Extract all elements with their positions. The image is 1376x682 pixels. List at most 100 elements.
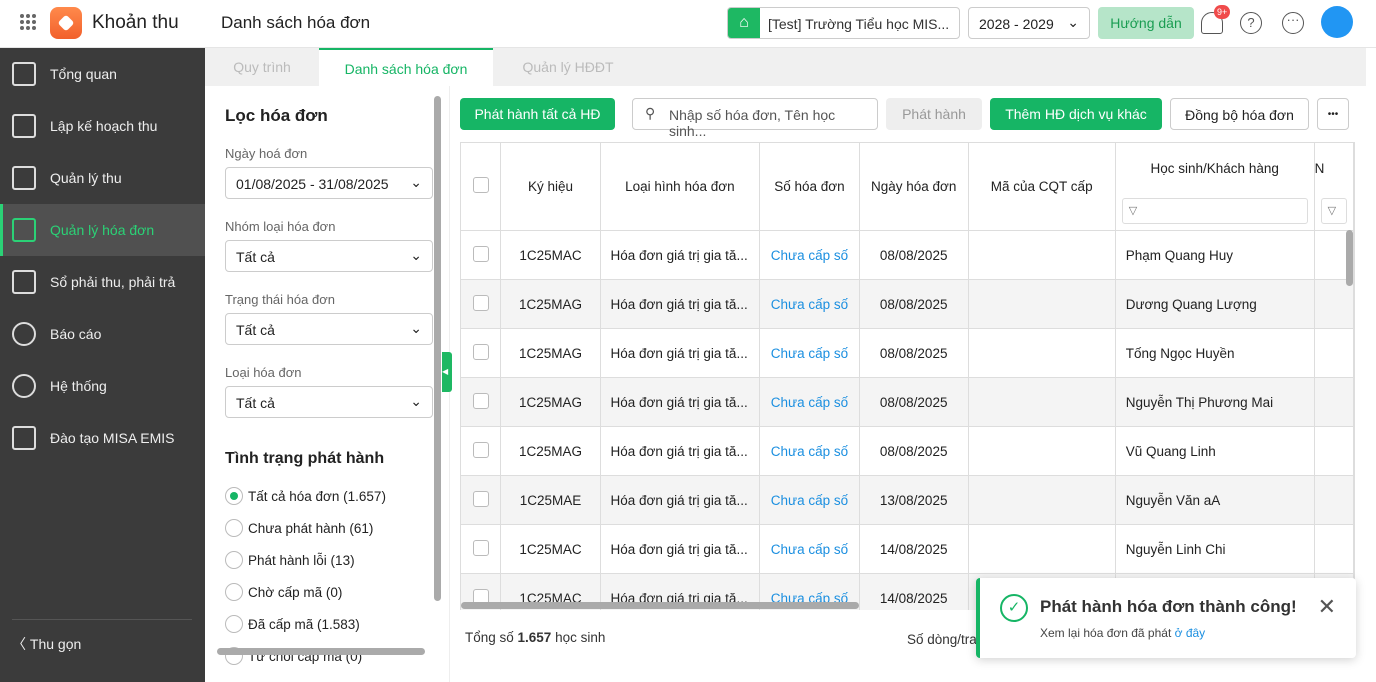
cell-invoice-type: Hóa đơn giá trị gia tă... bbox=[599, 377, 761, 427]
cell-invoice-number[interactable]: Chưa cấp số bbox=[759, 328, 860, 378]
row-checkbox[interactable] bbox=[460, 426, 502, 476]
next-filter-input[interactable]: ▽ bbox=[1320, 198, 1347, 224]
tab-process[interactable]: Quy trình bbox=[205, 48, 319, 86]
cell-next bbox=[1313, 475, 1354, 525]
school-name: [Test] Trường Tiểu học MIS... bbox=[768, 16, 950, 32]
apps-grid-icon[interactable] bbox=[20, 14, 36, 30]
tab-einvoice[interactable]: Quản lý HĐĐT bbox=[493, 48, 643, 86]
sidebar-item-invoices[interactable]: Quản lý hóa đơn bbox=[0, 204, 205, 256]
toast-link[interactable]: ở đây bbox=[1175, 626, 1206, 640]
sidebar-item-label: Sổ phải thu, phải trả bbox=[50, 274, 176, 290]
sidebar: Tổng quan Lập kế hoạch thu Quản lý thu Q… bbox=[0, 48, 205, 682]
table-horizontal-scrollbar[interactable] bbox=[461, 602, 859, 609]
table-row[interactable]: 1C25MAG Hóa đơn giá trị gia tă... Chưa cấp… bbox=[460, 328, 1354, 378]
filter-vertical-scrollbar[interactable] bbox=[434, 96, 441, 601]
cell-symbol: 1C25MAC bbox=[500, 524, 601, 574]
guide-button[interactable]: Hướng dẫn bbox=[1098, 7, 1194, 39]
more-actions-button[interactable]: ••• bbox=[1317, 98, 1349, 130]
radio-coded[interactable]: Đã cấp mã (1.583) bbox=[225, 608, 449, 640]
cell-invoice-type: Hóa đơn giá trị gia tă... bbox=[599, 279, 761, 329]
header-invoice-date[interactable]: Ngày hóa đơn bbox=[858, 142, 969, 231]
header-customer[interactable]: Học sinh/Khách hàng ▽ bbox=[1114, 142, 1315, 231]
header-next[interactable]: N ▽ bbox=[1313, 142, 1354, 231]
sidebar-item-collect[interactable]: Quản lý thu bbox=[0, 152, 205, 204]
cell-invoice-number[interactable]: Chưa cấp số bbox=[759, 230, 860, 280]
school-selector[interactable]: ⌂ [Test] Trường Tiểu học MIS... bbox=[727, 7, 960, 39]
sync-invoice-button[interactable]: Đồng bộ hóa đơn bbox=[1170, 98, 1309, 130]
header-symbol[interactable]: Ký hiệu bbox=[500, 142, 601, 231]
search-placeholder: Nhập số hóa đơn, Tên học sinh... bbox=[669, 107, 836, 139]
cell-customer: Dương Quang Lượng bbox=[1114, 279, 1315, 329]
tab-invoice-list[interactable]: Danh sách hóa đơn bbox=[319, 48, 493, 86]
radio-pending-code[interactable]: Chờ cấp mã (0) bbox=[225, 576, 449, 608]
year-value: 2028 - 2029 bbox=[979, 16, 1054, 32]
cell-invoice-number[interactable]: Chưa cấp số bbox=[759, 475, 860, 525]
add-other-invoice-button[interactable]: Thêm HĐ dịch vụ khác bbox=[990, 98, 1162, 130]
date-label: Ngày hoá đơn bbox=[225, 146, 308, 161]
row-checkbox[interactable] bbox=[460, 328, 502, 378]
total-prefix: Tổng số bbox=[465, 630, 518, 645]
cell-customer: Vũ Quang Linh bbox=[1114, 426, 1315, 476]
radio-label: Đã cấp mã (1.583) bbox=[248, 616, 360, 632]
open-book-icon bbox=[12, 426, 36, 450]
select-all-checkbox[interactable] bbox=[460, 142, 502, 231]
table-row[interactable]: 1C25MAE Hóa đơn giá trị gia tă... Chưa cấp… bbox=[460, 475, 1354, 525]
row-checkbox[interactable] bbox=[460, 279, 502, 329]
cell-invoice-date: 13/08/2025 bbox=[858, 475, 969, 525]
cell-invoice-number[interactable]: Chưa cấp số bbox=[759, 524, 860, 574]
sidebar-item-overview[interactable]: Tổng quan bbox=[0, 48, 205, 100]
customer-filter-input[interactable]: ▽ bbox=[1121, 198, 1308, 224]
table-row[interactable]: 1C25MAG Hóa đơn giá trị gia tă... Chưa cấp… bbox=[460, 279, 1354, 329]
table-row[interactable]: 1C25MAC Hóa đơn giá trị gia tă... Chưa cấp… bbox=[460, 230, 1354, 280]
collapse-button[interactable]: 〈 Thu gọn bbox=[12, 619, 192, 654]
panel-toggle-button[interactable]: ◀ bbox=[442, 352, 452, 392]
calendar-icon bbox=[12, 114, 36, 138]
radio-issue-error[interactable]: Phát hành lỗi (13) bbox=[225, 544, 449, 576]
header-invoice-type[interactable]: Loại hình hóa đơn bbox=[599, 142, 761, 231]
status-select[interactable]: Tất cả ⌄ bbox=[225, 313, 433, 345]
cell-invoice-number[interactable]: Chưa cấp số bbox=[759, 377, 860, 427]
radio-not-issued[interactable]: Chưa phát hành (61) bbox=[225, 512, 449, 544]
search-input[interactable]: ⚲ Nhập số hóa đơn, Tên học sinh... bbox=[632, 98, 878, 139]
row-checkbox[interactable] bbox=[460, 230, 502, 280]
radio-icon bbox=[225, 519, 243, 537]
table-row[interactable]: 1C25MAC Hóa đơn giá trị gia tă... Chưa cấp… bbox=[460, 524, 1354, 574]
cell-invoice-type: Hóa đơn giá trị gia tă... bbox=[599, 230, 761, 280]
cell-tax-code bbox=[967, 377, 1116, 427]
help-icon[interactable]: ? bbox=[1240, 12, 1262, 34]
radio-icon bbox=[225, 615, 243, 633]
sidebar-item-plan[interactable]: Lập kế hoạch thu bbox=[0, 100, 205, 152]
row-checkbox[interactable] bbox=[460, 475, 502, 525]
header-tax-code[interactable]: Mã của CQT cấp bbox=[967, 142, 1116, 231]
sidebar-item-training[interactable]: Đào tạo MISA EMIS bbox=[0, 412, 205, 464]
group-select[interactable]: Tất cả ⌄ bbox=[225, 240, 433, 272]
radio-all[interactable]: Tất cả hóa đơn (1.657) bbox=[225, 480, 449, 512]
date-range-select[interactable]: 01/08/2025 - 31/08/2025 ⌄ bbox=[225, 167, 433, 199]
header-invoice-number[interactable]: Số hóa đơn bbox=[759, 142, 860, 231]
sidebar-item-system[interactable]: Hệ thống bbox=[0, 360, 205, 412]
issue-all-button[interactable]: Phát hành tất cả HĐ bbox=[460, 98, 615, 130]
filter-horizontal-scrollbar[interactable] bbox=[217, 648, 425, 655]
table-row[interactable]: 1C25MAG Hóa đơn giá trị gia tă... Chưa cấp… bbox=[460, 377, 1354, 427]
cell-symbol: 1C25MAG bbox=[500, 426, 601, 476]
cell-invoice-type: Hóa đơn giá trị gia tă... bbox=[599, 524, 761, 574]
row-checkbox[interactable] bbox=[460, 377, 502, 427]
more-icon[interactable]: ··· bbox=[1282, 12, 1304, 34]
close-icon[interactable]: ✕ bbox=[1318, 594, 1336, 620]
row-checkbox[interactable] bbox=[460, 524, 502, 574]
cell-invoice-number[interactable]: Chưa cấp số bbox=[759, 279, 860, 329]
sidebar-item-ledger[interactable]: Sổ phải thu, phải trả bbox=[0, 256, 205, 308]
chevron-left-icon: 〈 bbox=[12, 636, 30, 652]
tab-bar: Quy trình Danh sách hóa đơn Quản lý HĐĐT bbox=[205, 48, 1366, 86]
type-select[interactable]: Tất cả ⌄ bbox=[225, 386, 433, 418]
year-select[interactable]: 2028 - 2029 ⌄ bbox=[968, 7, 1090, 39]
table-vertical-scrollbar[interactable] bbox=[1346, 230, 1353, 286]
cell-invoice-number[interactable]: Chưa cấp số bbox=[759, 426, 860, 476]
avatar[interactable] bbox=[1321, 6, 1353, 38]
issue-button[interactable]: Phát hành bbox=[886, 98, 982, 130]
radio-rejected[interactable]: Từ chối cấp mã (0) bbox=[225, 640, 449, 672]
radio-icon bbox=[225, 487, 243, 505]
table-row[interactable]: 1C25MAG Hóa đơn giá trị gia tă... Chưa cấp… bbox=[460, 426, 1354, 476]
sidebar-item-reports[interactable]: Báo cáo bbox=[0, 308, 205, 360]
radio-label: Chưa phát hành (61) bbox=[248, 520, 374, 536]
